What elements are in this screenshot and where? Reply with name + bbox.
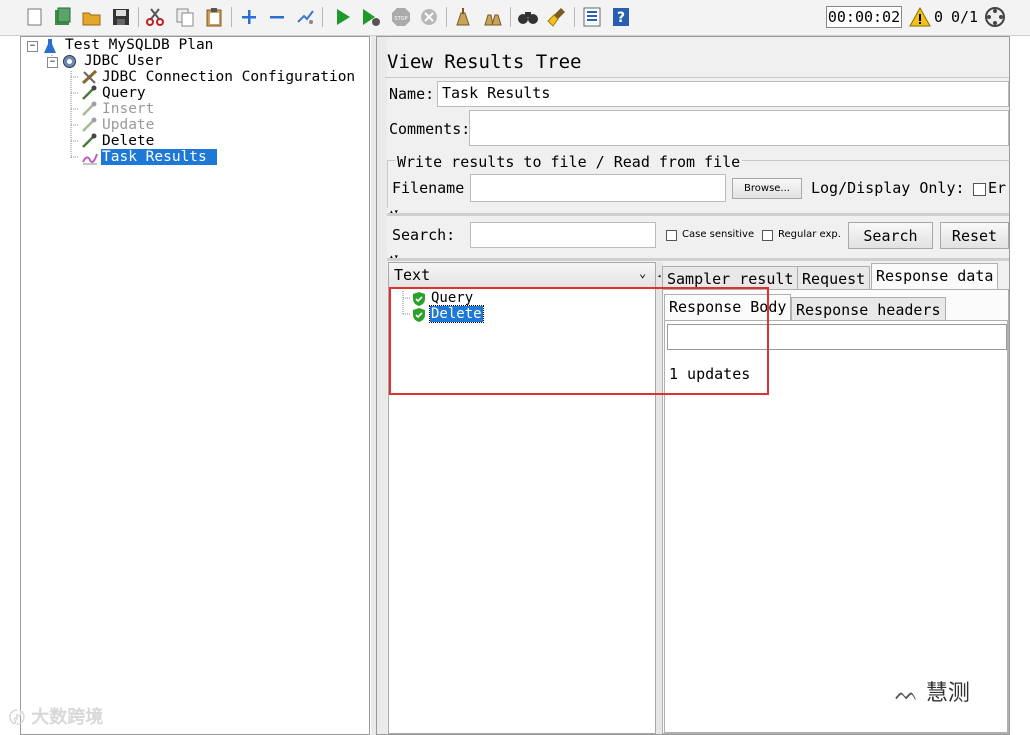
regex-label: Regular exp. xyxy=(778,229,841,240)
function-helper-icon[interactable] xyxy=(581,6,603,28)
svg-text:?: ? xyxy=(617,10,625,26)
stop-icon[interactable]: STOP xyxy=(390,6,412,28)
tree-node-thread-group[interactable]: JDBC User xyxy=(84,53,163,69)
cut-icon[interactable] xyxy=(144,6,166,28)
search-button[interactable]: Search xyxy=(848,222,933,249)
tree-node-update[interactable]: Update xyxy=(102,117,154,133)
wechat-logo-icon: ᨓ xyxy=(895,681,919,705)
file-section-legend: Write results to file / Read from file xyxy=(395,153,743,171)
templates-icon[interactable] xyxy=(52,6,74,28)
subtab-response-headers[interactable]: Response headers xyxy=(791,297,946,321)
chevron-down-icon: ⌄ xyxy=(639,266,647,280)
case-sensitive-checkbox[interactable] xyxy=(666,230,677,241)
thread-count: 0/1 xyxy=(951,8,979,26)
search-icon[interactable] xyxy=(517,6,539,28)
tab-request[interactable]: Request xyxy=(797,266,871,290)
renderer-select[interactable]: Text ⌄ xyxy=(389,263,655,288)
errors-checkbox[interactable] xyxy=(973,183,986,196)
filename-field[interactable] xyxy=(470,174,726,202)
renderer-value: Text xyxy=(394,266,431,284)
search-label: Search: xyxy=(392,226,456,244)
collapse-icon[interactable] xyxy=(266,6,288,28)
watermark-right: ᨓ 慧测 xyxy=(895,681,970,706)
toolbar: STOP ? 00:00:02 0 0/1 xyxy=(0,0,1030,36)
tree-node-test-plan[interactable]: Test MySQLDB Plan xyxy=(65,37,213,53)
help-icon[interactable]: ? xyxy=(610,6,632,28)
warning-icon[interactable] xyxy=(909,6,931,27)
filename-label: Filename xyxy=(392,179,465,197)
log-display-label: Log/Display Only: xyxy=(811,179,965,197)
remote-icon[interactable] xyxy=(984,6,1006,28)
browse-button[interactable]: Browse... xyxy=(732,178,802,199)
elapsed-timer: 00:00:02 xyxy=(826,6,902,28)
copy-icon[interactable] xyxy=(174,6,196,28)
start-no-pause-icon[interactable] xyxy=(360,6,382,28)
case-sensitive-label: Case sensitive xyxy=(682,229,755,240)
expand-icon[interactable] xyxy=(238,6,260,28)
tab-response-data[interactable]: Response data xyxy=(871,263,999,290)
comments-label: Comments: xyxy=(389,120,471,138)
tree-node-jdbc-config[interactable]: JDBC Connection Configuration xyxy=(102,69,355,85)
paste-icon[interactable] xyxy=(203,6,225,28)
name-label: Name: xyxy=(389,85,435,103)
gear-icon xyxy=(61,53,78,74)
collapse-toggle-icon[interactable]: − xyxy=(47,57,58,68)
panel-title: View Results Tree xyxy=(387,51,582,73)
view-results-tree-panel: View Results Tree Name: Task Results Com… xyxy=(376,36,1010,735)
reset-search-icon[interactable] xyxy=(546,6,568,28)
tree-node-insert[interactable]: Insert xyxy=(102,101,154,117)
test-plan-icon xyxy=(43,38,57,58)
save-icon[interactable] xyxy=(110,6,132,28)
collapse-toggle-icon[interactable]: − xyxy=(27,41,38,52)
comments-field[interactable] xyxy=(469,110,1009,146)
watermark-left: 〄 大数跨境 xyxy=(9,707,104,728)
tree-node-delete[interactable]: Delete xyxy=(102,133,154,149)
highlight-box xyxy=(389,287,769,395)
weibo-logo-icon: 〄 xyxy=(9,708,26,727)
clear-icon[interactable] xyxy=(452,6,474,28)
tree-node-query[interactable]: Query xyxy=(102,85,146,101)
start-icon[interactable] xyxy=(332,6,354,28)
open-icon[interactable] xyxy=(81,6,103,28)
test-plan-tree: − Test MySQLDB Plan − JDBC User JDBC Con… xyxy=(9,36,370,735)
svg-text:STOP: STOP xyxy=(394,16,407,22)
listener-icon xyxy=(81,149,99,169)
errors-label: Er xyxy=(988,179,1007,197)
shutdown-icon[interactable] xyxy=(418,6,440,28)
toggle-icon[interactable] xyxy=(294,6,316,28)
warning-count: 0 xyxy=(934,8,944,26)
reset-button[interactable]: Reset xyxy=(940,222,1009,249)
name-field[interactable]: Task Results xyxy=(437,81,1009,107)
tree-node-task-results[interactable]: Task Results xyxy=(101,149,217,165)
new-icon[interactable] xyxy=(24,6,46,28)
clear-all-icon[interactable] xyxy=(482,6,504,28)
regex-checkbox[interactable] xyxy=(762,230,773,241)
search-field[interactable] xyxy=(470,222,656,248)
